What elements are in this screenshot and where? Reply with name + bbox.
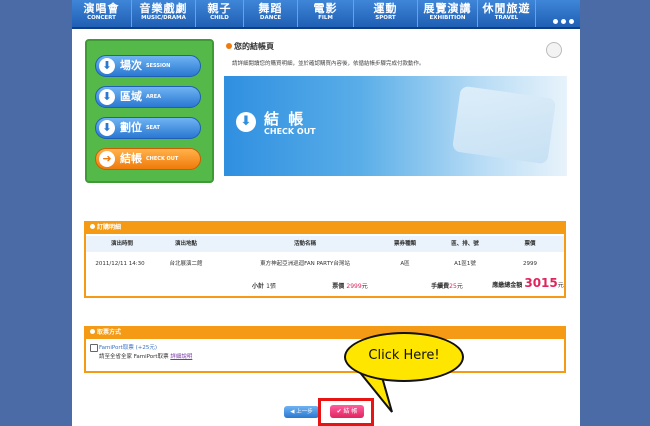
nav-music-drama[interactable]: 音樂戲劇 MUSIC/DRAMA [132, 0, 196, 27]
steps-box: ⬇ 場次 SESSION ⬇ 區域 AREA ⬇ 劃位 SEAT ➜ 結帳 CH… [85, 39, 214, 183]
pickup-section-title: 取票方式 [97, 329, 122, 336]
nav-label-en: DANCE [259, 15, 282, 21]
subtotal-value: 1張 [266, 283, 276, 290]
banner-title: 結 帳 [264, 110, 306, 128]
pickup-details-link[interactable]: 詳細說明 [170, 354, 192, 360]
credit-card-image [451, 85, 557, 165]
circle-icon [546, 42, 562, 58]
checkout-title: 您的結帳頁 [226, 41, 274, 52]
nav-label-en: FILM [318, 15, 333, 21]
total-value: 3015 [524, 276, 558, 290]
table-cell: A區 [400, 261, 410, 267]
ticket-price-label: 票價 [332, 283, 345, 290]
table-cell: 2011/12/11 14:30 [95, 261, 145, 267]
total-label: 應繳總金額 [492, 282, 523, 289]
step-area[interactable]: ⬇ 區域 AREA [95, 86, 201, 108]
table-cell: 東方神起亞洲巡迴FAN PARTY台灣站 [260, 261, 350, 267]
col-header-time: 演出時間 [110, 241, 133, 247]
prev-step-button[interactable]: ◀ 上一步 [284, 406, 319, 418]
step-session[interactable]: ⬇ 場次 SESSION [95, 55, 201, 77]
nav-label-en: EXHIBITION [429, 15, 466, 21]
handling-fee-label: 手續費 [431, 283, 450, 290]
banner-subtitle: CHECK OUT [264, 127, 316, 136]
checkout-title-text: 您的結帳頁 [234, 42, 274, 51]
check-icon: ✔ [336, 408, 344, 415]
step-label-zh: 劃位 [120, 121, 142, 134]
ticket-price-unit: 元 [361, 283, 368, 290]
subtotal-label: 小計 [252, 283, 265, 290]
handling-fee: 手續費25元 [422, 283, 472, 291]
total-unit: 元 [557, 282, 564, 289]
step-label-en: CHECK OUT [146, 156, 179, 162]
step-label-en: SEAT [146, 125, 160, 131]
nav-concert[interactable]: 演唱會 CONCERT [72, 0, 132, 27]
nav-sport[interactable]: 運動 SPORT [354, 0, 418, 27]
arrow-down-icon: ⬇ [236, 112, 256, 132]
step-label-en: SESSION [146, 63, 171, 69]
col-header-venue: 演出地點 [174, 241, 197, 247]
checkout-button[interactable]: ✔ 結 帳 [330, 405, 364, 418]
pickup-section-header: 取票方式 [84, 326, 566, 339]
nav-label-zh: 舞蹈 [258, 2, 283, 15]
step-label-en: AREA [146, 94, 162, 100]
table-cell: 2999 [523, 261, 537, 267]
nav-label-zh: 演唱會 [83, 2, 120, 15]
nav-child[interactable]: 親子 CHILD [196, 0, 244, 27]
pickup-option-label: FamiPort取票 (+25元) [99, 345, 157, 351]
table-cell: 台北展演二館 [169, 261, 203, 267]
handling-fee-value: 25 [449, 283, 457, 290]
handling-fee-unit: 元 [456, 283, 463, 290]
subtotal: 小計 1張 [244, 283, 284, 291]
arrow-down-icon: ⬇ [99, 120, 115, 136]
nav-label-en: SPORT [375, 15, 396, 21]
nav-label-en: CHILD [210, 15, 229, 21]
more-dots-icon[interactable] [550, 9, 574, 28]
nav-label-en: MUSIC/DRAMA [141, 15, 186, 21]
checkout-description: 請詳細閱讀您的購買明細，並於確認購買內容後，依循結帳步驟完成付款動作。 [232, 61, 425, 67]
ticket-price-value: 2999 [346, 283, 362, 290]
step-label-zh: 區域 [120, 90, 142, 103]
nav-travel[interactable]: 休閒旅遊 TRAVEL [478, 0, 536, 27]
ticket-price: 票價 2999元 [325, 283, 375, 291]
nav-label-zh: 親子 [207, 2, 232, 15]
nav-label-zh: 休閒旅遊 [482, 2, 531, 15]
total-amount: 應繳總金額 3015元 [490, 276, 566, 290]
pickup-desc-text: 請至全省全家 FamiPort取票 [99, 354, 169, 360]
arrow-down-icon: ⬇ [99, 89, 115, 105]
callout-text: Click Here! [368, 348, 440, 363]
nav-label-en: CONCERT [87, 15, 116, 21]
nav-exhibition[interactable]: 展覽演講 EXHIBITION [418, 0, 478, 27]
table-cell: A1區1號 [454, 261, 476, 267]
step-seat[interactable]: ⬇ 劃位 SEAT [95, 117, 201, 139]
nav-label-zh: 運動 [373, 2, 398, 15]
nav-label-zh: 展覽演講 [423, 2, 472, 15]
col-header-seat: 區、排、號 [451, 241, 479, 247]
nav-dance[interactable]: 舞蹈 DANCE [244, 0, 298, 27]
pickup-option-checkbox[interactable] [90, 344, 98, 352]
col-header-price: 票價 [524, 241, 536, 247]
step-checkout[interactable]: ➜ 結帳 CHECK OUT [95, 148, 201, 170]
nav-film[interactable]: 電影 FILM [298, 0, 354, 27]
nav-label-en: TRAVEL [494, 15, 519, 21]
checkout-button-label: 結 帳 [343, 408, 358, 415]
col-header-event: 活動名稱 [293, 241, 316, 247]
pickup-description: 請至全省全家 FamiPort取票 詳細說明 [99, 352, 192, 360]
col-header-type: 票券種類 [393, 241, 416, 247]
arrow-down-icon: ⬇ [99, 58, 115, 74]
order-section-title: 訂購明細 [97, 224, 122, 231]
order-section-header: 訂購明細 [84, 221, 566, 234]
step-label-zh: 場次 [120, 59, 142, 72]
nav-label-zh: 音樂戲劇 [139, 2, 188, 15]
step-label-zh: 結帳 [120, 152, 142, 165]
nav-label-zh: 電影 [313, 2, 338, 15]
prev-step-label: 上一步 [296, 409, 313, 415]
arrow-right-icon: ➜ [99, 151, 115, 167]
top-nav: 演唱會 CONCERT 音樂戲劇 MUSIC/DRAMA 親子 CHILD 舞蹈… [72, 0, 580, 29]
